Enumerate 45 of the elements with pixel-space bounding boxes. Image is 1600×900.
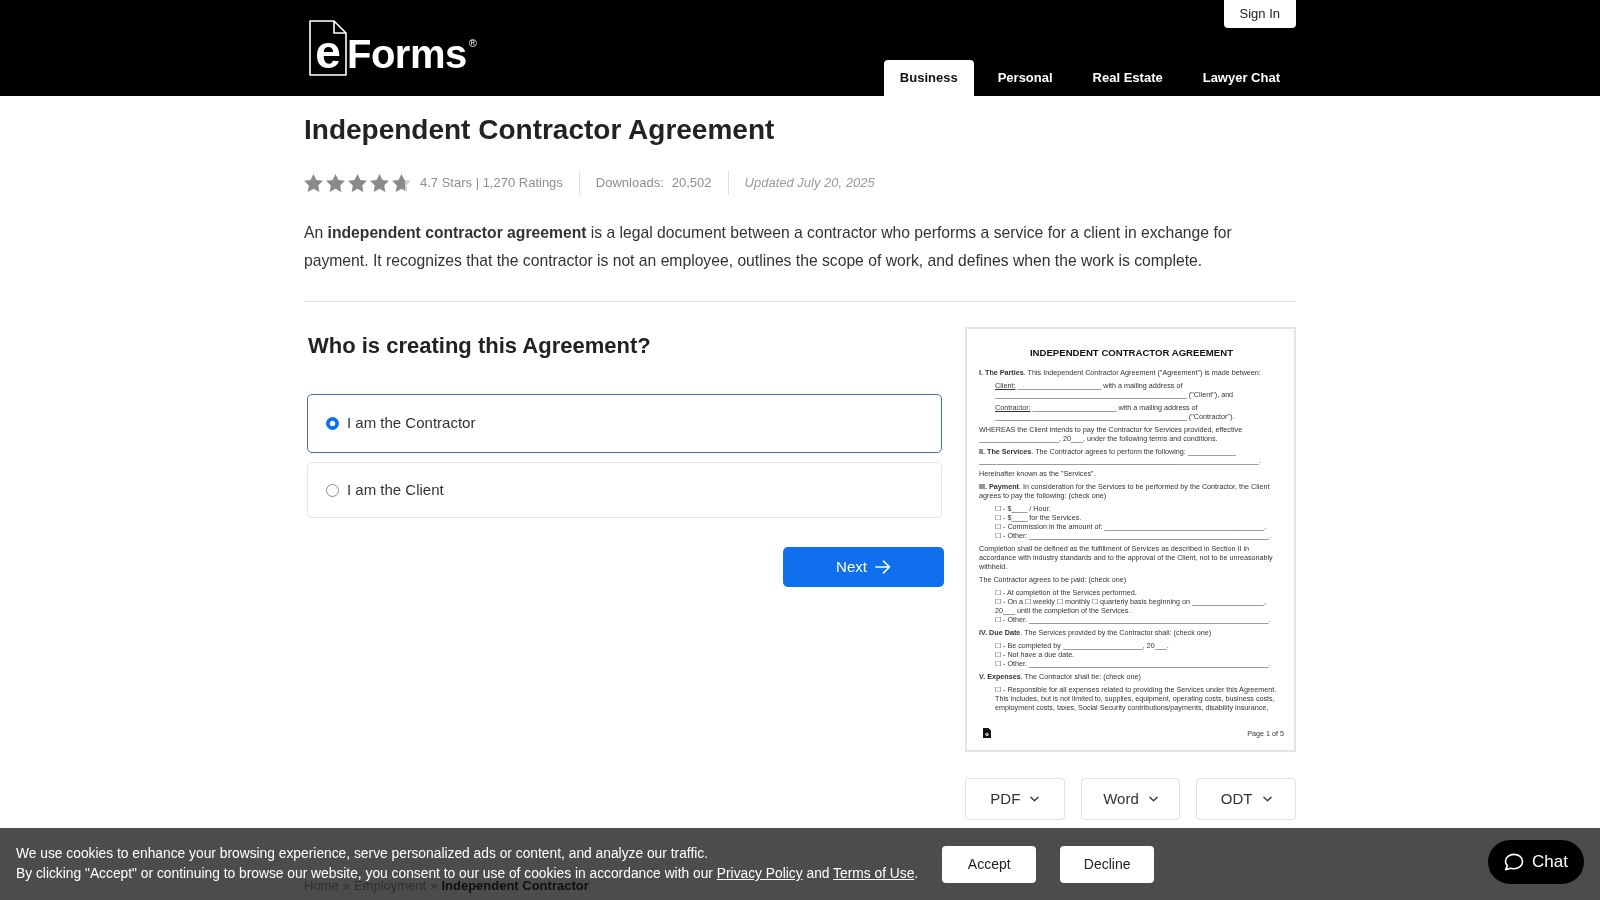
star-icon (304, 174, 323, 192)
accept-button[interactable]: Accept (942, 845, 1037, 883)
nav-tab[interactable]: Lawyer Chat (1186, 60, 1296, 96)
cookie-notice-text: We use cookies to enhance your browsing experience, serve personalized ads or content, and analyze our traffic. (16, 845, 710, 863)
format-dropdown-button[interactable]: Word (1080, 778, 1181, 820)
nav-tab[interactable]: Real Estate (1076, 60, 1179, 96)
radio-button[interactable] (326, 417, 339, 430)
sign-in-button[interactable]: Sign In (1223, 0, 1296, 28)
star-icon (348, 174, 367, 192)
breadcrumb-separator: » (430, 878, 438, 894)
option-label: I am the Client (347, 479, 444, 500)
star-icon (370, 174, 389, 192)
policy-link[interactable]: Privacy Policy (716, 866, 803, 881)
logo[interactable]: e Forms® (309, 20, 477, 76)
breadcrumb-separator: » (342, 878, 350, 894)
breadcrumb-current: Independent Contractor (441, 878, 589, 894)
format-dropdown-button[interactable]: PDF (965, 778, 1065, 820)
downloads-label: Downloads: (595, 174, 664, 193)
question-heading: Who is creating this Agreement? (308, 333, 652, 359)
option-label: I am the Contractor (347, 413, 476, 434)
description: An independent contractor agreement is a legal document between a contractor who performs a service for a client in exchange for payment. It recognizes that the contractor is not an employee, outlines the scope of work, and defines when the work is complete. (304, 223, 1233, 271)
format-dropdown-button[interactable]: ODT (1196, 778, 1296, 820)
rating-summary: 4.7 Stars | 1,270 Ratings (420, 174, 563, 193)
caret-icon (1262, 796, 1272, 802)
star-icon (392, 174, 411, 192)
nav-tab[interactable]: Personal (981, 60, 1069, 96)
page-title: Independent Contractor Agreement (304, 114, 776, 146)
file-icon (983, 728, 991, 738)
radio-option[interactable]: I am the Client (307, 462, 942, 518)
chat-button[interactable]: Chat (1488, 840, 1584, 884)
nav-tab[interactable]: Business (883, 60, 974, 96)
downloads-count: 20,502 (671, 174, 712, 193)
decline-button[interactable]: Decline (1060, 845, 1155, 883)
star-icon (326, 174, 345, 192)
radio-option[interactable]: I am the Contractor (307, 394, 942, 453)
speech-bubble-icon (1504, 853, 1525, 871)
caret-icon (1148, 796, 1158, 802)
arrow-right-icon (874, 560, 891, 574)
caret-icon (1030, 796, 1040, 802)
next-button[interactable]: Next (783, 547, 944, 587)
updated-date: Updated July 20, 2025 (744, 174, 875, 193)
policy-link[interactable]: Terms of Use (833, 866, 915, 881)
document-title: INDEPENDENT CONTRACTOR AGREEMENT (1028, 347, 1235, 359)
cookie-consent-text: By clicking "Accept" or continuing to browse our website, you consent to our use of cookies in accordance with our Privacy Policy and Terms of Use. (16, 865, 919, 881)
radio-button[interactable] (326, 483, 339, 497)
